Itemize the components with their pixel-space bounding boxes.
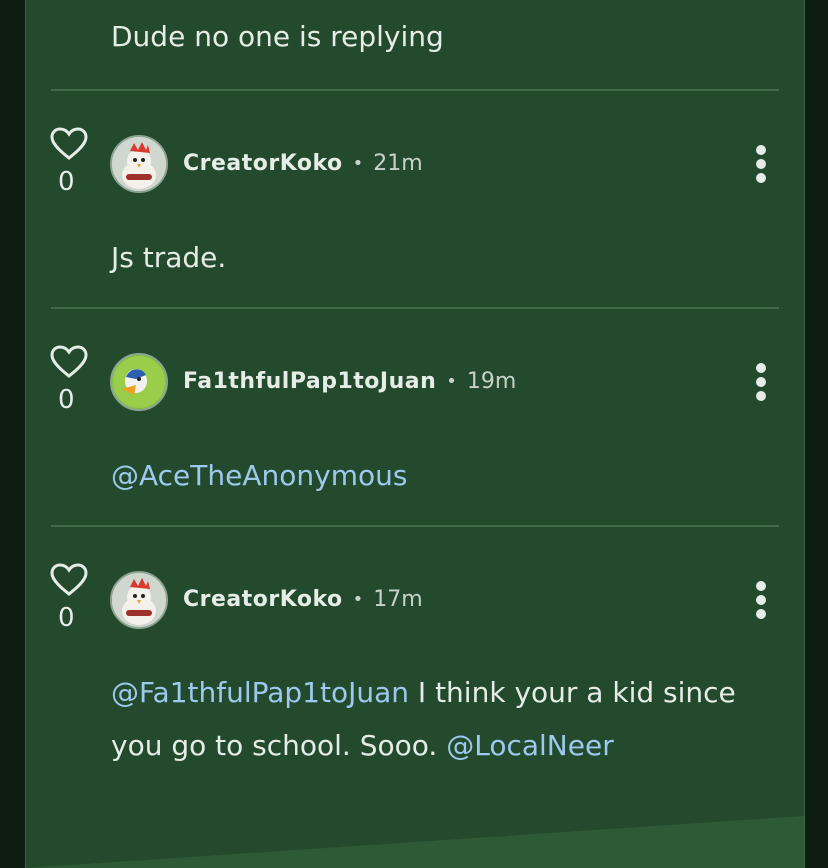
comment-text: @Fa1thfulPap1toJuan I think your a kid s… [111,666,771,772]
comment-meta: CreatorKoko • 17m [183,587,423,612]
username[interactable]: Fa1thfulPap1toJuan [183,369,436,394]
like-count: 0 [58,603,75,633]
comment-item: 0 Fa1thfulPap1toJuan • 19m @AceTheAnonym… [26,345,804,545]
like-button[interactable]: 0 [50,127,88,197]
mention-link[interactable]: @Fa1thfulPap1toJuan [111,676,409,709]
comment-meta: Fa1thfulPap1toJuan • 19m [183,369,516,394]
separator: • [352,589,364,610]
comments-panel: Dude no one is replying 0 CreatorKoko • … [25,0,805,868]
duck-avatar[interactable] [110,353,168,411]
mention-link[interactable]: @AceTheAnonymous [111,459,407,492]
username[interactable]: CreatorKoko [183,587,343,612]
comment-item: 0 CreatorKoko • 21m Js trade. [26,127,804,327]
like-count: 0 [58,385,75,415]
heart-outline-icon[interactable] [50,345,88,379]
divider [51,525,779,527]
like-count: 0 [58,167,75,197]
mention-link[interactable]: @LocalNeer [446,729,613,762]
comment-item: 0 CreatorKoko • 17m @Fa1thfulPap1toJuan … [26,563,804,823]
like-button[interactable]: 0 [50,563,88,633]
chicken-avatar[interactable] [110,135,168,193]
separator: • [446,371,457,392]
timestamp: 17m [373,587,423,612]
heart-outline-icon[interactable] [50,127,88,161]
kebab-menu-icon[interactable] [751,581,771,621]
timestamp: 19m [466,369,517,394]
kebab-menu-icon[interactable] [751,145,771,185]
divider [51,307,779,309]
timestamp: 21m [373,151,423,176]
username[interactable]: CreatorKoko [183,151,343,176]
kebab-menu-icon[interactable] [751,363,771,403]
like-button[interactable]: 0 [50,345,88,415]
divider [51,89,779,91]
comment-text: Js trade. [111,231,771,284]
comment-body: Js trade. [111,241,227,274]
comment-meta: CreatorKoko • 21m [183,151,423,176]
page-fold [26,816,804,868]
heart-outline-icon[interactable] [50,563,88,597]
comment-text: Dude no one is replying [111,20,444,53]
comment-text: @AceTheAnonymous [111,449,771,502]
separator: • [352,153,364,174]
chicken-avatar[interactable] [110,571,168,629]
